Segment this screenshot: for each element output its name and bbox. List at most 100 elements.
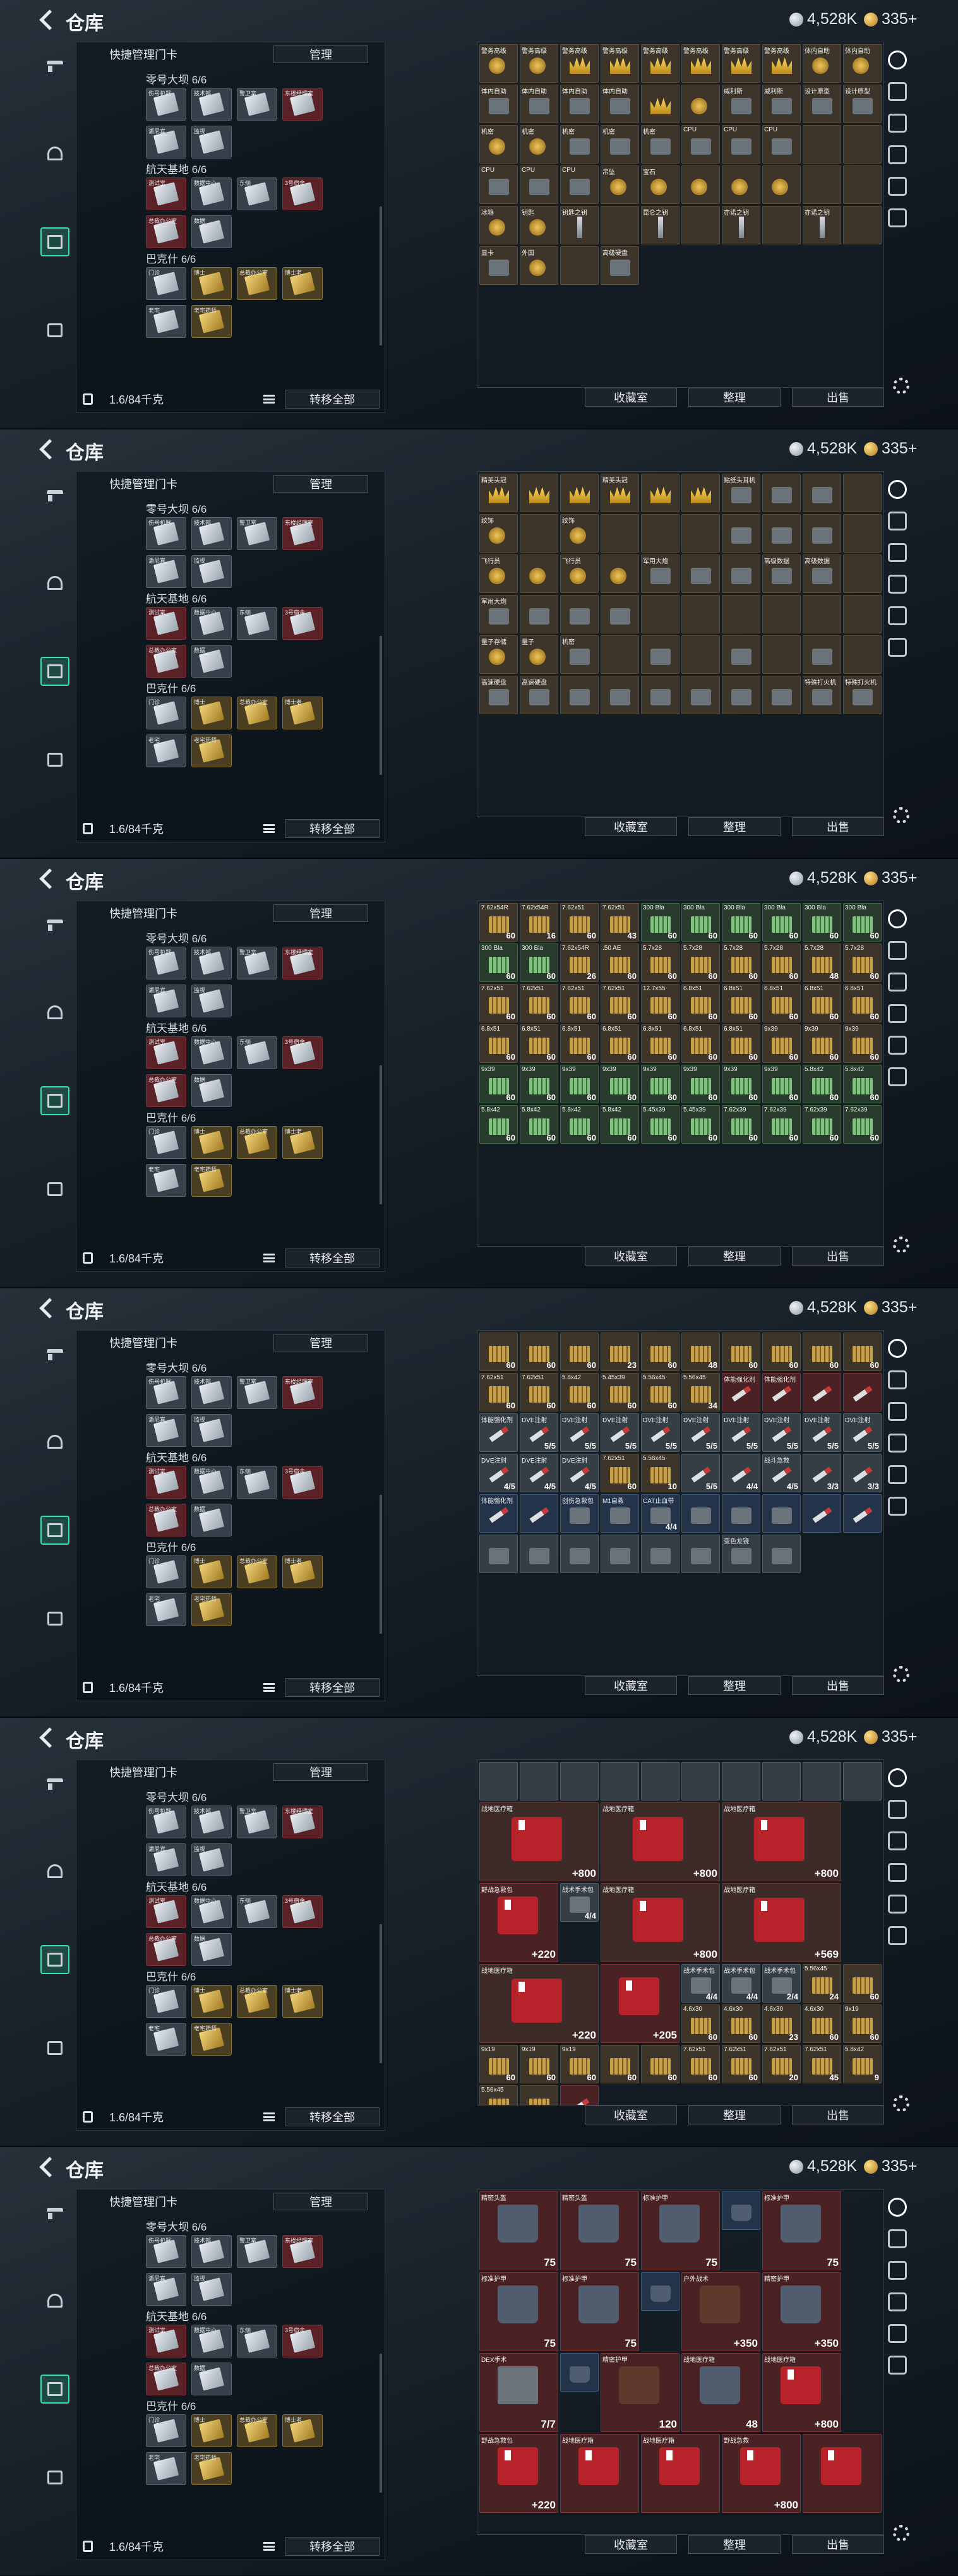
storage-item[interactable]: 9x39 60 bbox=[681, 1065, 720, 1103]
storage-item[interactable]: 300 Bla 60 bbox=[803, 903, 841, 942]
keycard-item[interactable]: 博士老 bbox=[282, 2414, 323, 2447]
collection-room-button[interactable]: 收藏室 bbox=[585, 1247, 677, 1266]
keycard-item[interactable]: 博士老 bbox=[282, 1126, 323, 1159]
storage-item[interactable]: 9x39 60 bbox=[762, 1024, 801, 1063]
storage-item[interactable]: 特殊打火机 bbox=[803, 676, 841, 714]
storage-item[interactable]: DVE注射 5/5 bbox=[803, 1413, 841, 1452]
storage-item[interactable] bbox=[762, 1494, 801, 1533]
collection-room-button[interactable]: 收藏室 bbox=[585, 817, 677, 836]
storage-item[interactable]: 7.62x39 60 bbox=[722, 1105, 760, 1144]
storage-page-icon[interactable] bbox=[888, 2324, 907, 2343]
storage-item[interactable] bbox=[560, 595, 599, 633]
storage-page-icon[interactable] bbox=[888, 2356, 907, 2375]
storage-page-icon[interactable] bbox=[888, 1863, 907, 1882]
storage-page-icon[interactable] bbox=[888, 2198, 907, 2217]
storage-item[interactable]: 7.62x51 60 bbox=[560, 903, 599, 942]
storage-page-icon[interactable] bbox=[888, 1036, 907, 1055]
storage-item[interactable]: 设计原型 bbox=[843, 85, 882, 123]
storage-item[interactable]: 野战急救包 +220 bbox=[479, 2434, 558, 2513]
storage-item[interactable]: 6.8x51 60 bbox=[520, 1024, 558, 1063]
storage-item[interactable]: 5.8x42 60 bbox=[520, 1105, 558, 1144]
storage-item[interactable]: 战地医疗箱 +800 bbox=[601, 1883, 720, 1962]
storage-item[interactable] bbox=[681, 554, 720, 593]
transfer-all-button[interactable]: 转移全部 bbox=[285, 2537, 380, 2556]
collection-room-button[interactable]: 收藏室 bbox=[585, 2106, 677, 2124]
storage-item[interactable]: 警务高级 bbox=[681, 44, 720, 83]
storage-item[interactable] bbox=[520, 474, 558, 512]
storage-item[interactable]: 9x19 60 bbox=[479, 2045, 518, 2083]
storage-item[interactable]: 警务高级 bbox=[641, 44, 680, 83]
manage-button[interactable]: 管理 bbox=[273, 45, 368, 63]
storage-item[interactable]: 飞行员 bbox=[479, 554, 518, 593]
tab-armor[interactable] bbox=[40, 227, 69, 256]
storage-page-icon[interactable] bbox=[888, 1768, 907, 1787]
keycard-item[interactable]: 博士老 bbox=[282, 697, 323, 729]
storage-item[interactable] bbox=[641, 2272, 680, 2311]
storage-item[interactable] bbox=[681, 1494, 720, 1533]
storage-item[interactable]: 60 bbox=[641, 1333, 680, 1371]
storage-item[interactable]: 4.6x30 60 bbox=[722, 2004, 760, 2043]
storage-item[interactable] bbox=[681, 474, 720, 512]
storage-item[interactable]: 60 bbox=[803, 1333, 841, 1371]
storage-item[interactable]: 6.8x51 60 bbox=[681, 1024, 720, 1063]
storage-item[interactable] bbox=[843, 514, 882, 553]
storage-item[interactable] bbox=[641, 514, 680, 553]
storage-item[interactable]: 战地医疗箱 +800 bbox=[601, 1802, 720, 1881]
tab-case[interactable] bbox=[40, 1604, 69, 1633]
list-icon[interactable] bbox=[263, 2542, 275, 2551]
collection-room-button[interactable]: 收藏室 bbox=[585, 2535, 677, 2554]
storage-item[interactable]: 体能强化剂 bbox=[762, 1373, 801, 1411]
storage-item[interactable]: 6.8x51 60 bbox=[803, 984, 841, 1022]
keycard-item[interactable]: 潘尼宾 bbox=[146, 985, 186, 1017]
storage-item[interactable]: 7.62x51 60 bbox=[520, 1373, 558, 1411]
storage-item[interactable] bbox=[601, 554, 639, 593]
gear-icon[interactable] bbox=[893, 378, 909, 394]
storage-item[interactable]: 34 bbox=[520, 2085, 558, 2105]
storage-item[interactable]: 体内自助 bbox=[843, 44, 882, 83]
storage-item[interactable]: 7.62x51 60 bbox=[479, 1373, 518, 1411]
collection-room-button[interactable]: 收藏室 bbox=[585, 1676, 677, 1695]
storage-item[interactable]: 6.8x51 60 bbox=[601, 1024, 639, 1063]
storage-item[interactable]: 300 Bla 60 bbox=[479, 944, 518, 982]
storage-item[interactable] bbox=[762, 165, 801, 204]
keycard-item[interactable]: 老宅药师 bbox=[191, 1593, 232, 1626]
storage-item[interactable]: 体内自助 bbox=[803, 44, 841, 83]
storage-item[interactable]: 冰箱 bbox=[479, 206, 518, 244]
storage-item[interactable]: 野战急救 +800 bbox=[722, 2434, 801, 2513]
sort-button[interactable]: 整理 bbox=[688, 2106, 781, 2124]
keycard-item[interactable]: 潘尼宾 bbox=[146, 555, 186, 588]
storage-page-icon[interactable] bbox=[888, 1926, 907, 1945]
storage-item[interactable] bbox=[722, 595, 760, 633]
storage-item[interactable]: 纹饰 bbox=[479, 514, 518, 553]
keycard-item[interactable]: 3号宿舍 bbox=[282, 1466, 323, 1499]
storage-item[interactable]: 5.7x28 60 bbox=[681, 944, 720, 982]
storage-item[interactable]: 7.62x51 60 bbox=[479, 984, 518, 1022]
storage-item[interactable]: 亦诺之钥 bbox=[803, 206, 841, 244]
storage-item[interactable] bbox=[560, 2085, 599, 2105]
storage-item[interactable]: 高速硬盘 bbox=[479, 676, 518, 714]
storage-item[interactable]: 战地医疗箱 bbox=[560, 2434, 639, 2513]
storage-item[interactable]: 机密 bbox=[560, 635, 599, 674]
gear-icon[interactable] bbox=[893, 2095, 909, 2112]
keycard-item[interactable]: 老宅 bbox=[146, 2452, 186, 2485]
storage-item[interactable] bbox=[843, 1373, 882, 1411]
storage-item[interactable]: 6.8x51 60 bbox=[722, 1024, 760, 1063]
keycard-item[interactable]: 测试室 bbox=[146, 1466, 186, 1499]
storage-item[interactable]: 战术手术包 4/4 bbox=[560, 1883, 599, 1922]
keycard-item[interactable]: 东楼经理室 bbox=[282, 517, 323, 550]
gold-balance[interactable]: 335+ bbox=[864, 440, 917, 458]
keycard-item[interactable]: 总裁办公室 bbox=[146, 1933, 186, 1966]
storage-item[interactable] bbox=[722, 554, 760, 593]
storage-item[interactable]: 9x19 60 bbox=[843, 2004, 882, 2043]
keycard-item[interactable]: 潘尼宾 bbox=[146, 126, 186, 159]
storage-item[interactable]: 7.62x51 60 bbox=[601, 984, 639, 1022]
storage-item[interactable]: 300 Bla 60 bbox=[520, 944, 558, 982]
storage-item[interactable] bbox=[601, 1535, 639, 1573]
sort-button[interactable]: 整理 bbox=[688, 817, 781, 836]
storage-item[interactable] bbox=[681, 635, 720, 674]
storage-item[interactable]: 军用大炮 bbox=[479, 595, 518, 633]
storage-item[interactable]: DVE注射 5/5 bbox=[722, 1413, 760, 1452]
keycard-item[interactable]: 伤号机器 bbox=[146, 947, 186, 979]
storage-page-icon[interactable] bbox=[888, 1339, 907, 1358]
storage-item[interactable]: 300 Bla 60 bbox=[681, 903, 720, 942]
